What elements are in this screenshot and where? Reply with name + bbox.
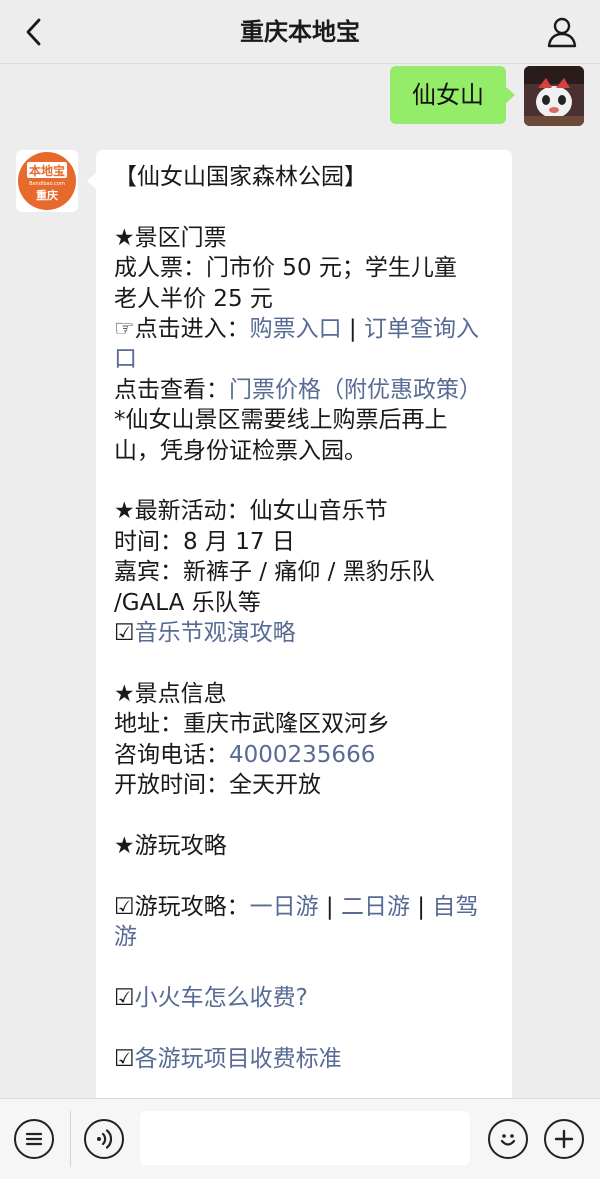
- guide-prefix: ☑游玩攻略：: [114, 893, 250, 920]
- order-query-link-cont[interactable]: 口: [114, 346, 137, 372]
- chat-area[interactable]: 仙女山 本地宝 Bendibao.com 重庆 【仙女山国家森林公园】 ★景区门…: [0, 64, 600, 1098]
- menu-list-icon[interactable]: [14, 1119, 54, 1159]
- outgoing-message: 仙女山: [390, 66, 584, 126]
- one-day-tour-link[interactable]: 一日游: [250, 894, 319, 920]
- info-hours: 开放时间：全天开放: [114, 772, 321, 799]
- message-title: 【仙女山国家森林公园】: [114, 164, 367, 190]
- notice-line-1: *仙女山景区需要线上购票后再上: [114, 407, 448, 434]
- self-drive-link[interactable]: 自驾: [432, 894, 478, 920]
- buy-ticket-link[interactable]: 购票入口: [250, 316, 342, 342]
- checkbox-icon: ☑: [114, 984, 135, 1011]
- tickets-price-line-2: 老人半价 25 元: [114, 285, 273, 312]
- concert-guide-link[interactable]: 音乐节观演攻略: [135, 620, 296, 646]
- incoming-bubble: 【仙女山国家森林公园】 ★景区门票 成人票：门市价 50 元；学生儿童 老人半价…: [87, 150, 512, 1098]
- notice-line-2: 山，凭身份证检票入园。: [114, 437, 367, 464]
- view-row: 点击查看：门票价格（附优惠政策）: [114, 375, 494, 405]
- user-avatar[interactable]: [524, 66, 584, 126]
- tickets-heading: ★景区门票: [114, 224, 227, 251]
- phone-prefix: 咨询电话：: [114, 741, 229, 768]
- event-link-row: ☑音乐节观演攻略: [114, 618, 494, 648]
- train-fee-link[interactable]: 小火车怎么收费?: [135, 985, 308, 1011]
- bot-avatar[interactable]: 本地宝 Bendibao.com 重庆: [16, 150, 78, 212]
- nav-bar: 重庆本地宝: [0, 0, 600, 64]
- person-icon[interactable]: [544, 14, 580, 50]
- tickets-price-line-1: 成人票：门市价 50 元；学生儿童: [114, 255, 457, 282]
- voice-icon[interactable]: [84, 1119, 124, 1159]
- buy-separator: |: [341, 316, 364, 343]
- plus-icon[interactable]: [544, 1119, 584, 1159]
- train-row: ☑小火车怎么收费?: [114, 983, 494, 1013]
- ticket-price-link[interactable]: 门票价格（附优惠政策）: [229, 377, 482, 403]
- incoming-message: 本地宝 Bendibao.com 重庆 【仙女山国家森林公园】 ★景区门票 成人…: [16, 150, 512, 1098]
- event-heading: ★最新活动：仙女山音乐节: [114, 498, 388, 525]
- order-query-link[interactable]: 订单查询入: [364, 316, 479, 342]
- info-heading: ★景点信息: [114, 680, 227, 707]
- input-bar: [0, 1098, 600, 1179]
- fees-row: ☑各游玩项目收费标准: [114, 1044, 494, 1074]
- event-time: 时间：8 月 17 日: [114, 528, 295, 555]
- page-title: 重庆本地宝: [240, 18, 360, 46]
- divider: [70, 1111, 71, 1167]
- order-link-wrap: 口: [114, 344, 494, 374]
- logo-bottom-text: 重庆: [36, 188, 58, 202]
- event-guests-line-2: /GALA 乐队等: [114, 589, 261, 616]
- fees-standard-link[interactable]: 各游玩项目收费标准: [135, 1046, 342, 1072]
- self-drive-link-cont[interactable]: 游: [114, 924, 137, 950]
- emoji-icon[interactable]: [488, 1119, 528, 1159]
- guide-separator-2: |: [410, 893, 433, 920]
- two-day-tour-link[interactable]: 二日游: [341, 894, 410, 920]
- guide-row: ☑游玩攻略：一日游 | 二日游 | 自驾: [114, 892, 494, 922]
- buy-row: ☞点击进入：购票入口 | 订单查询入: [114, 314, 494, 344]
- guide-heading: ★游玩攻略: [114, 832, 227, 859]
- logo-top-text: 本地宝: [29, 163, 65, 178]
- checkbox-icon: ☑: [114, 1045, 135, 1072]
- message-input[interactable]: [140, 1111, 470, 1165]
- self-drive-wrap: 游: [114, 922, 494, 952]
- view-prefix: 点击查看：: [114, 376, 229, 403]
- logo-small-text: Bendibao.com: [29, 181, 65, 187]
- guide-separator-1: |: [318, 893, 341, 920]
- phone-link[interactable]: 4000235666: [229, 742, 375, 768]
- info-address: 地址：重庆市武隆区双河乡: [114, 711, 390, 738]
- buy-prefix: ☞点击进入：: [114, 316, 250, 343]
- checkbox-icon: ☑: [114, 620, 135, 647]
- info-phone-row: 咨询电话：4000235666: [114, 740, 494, 770]
- event-guests-line-1: 嘉宾：新裤子 / 痛仰 / 黑豹乐队: [114, 559, 435, 586]
- outgoing-bubble[interactable]: 仙女山: [390, 66, 515, 124]
